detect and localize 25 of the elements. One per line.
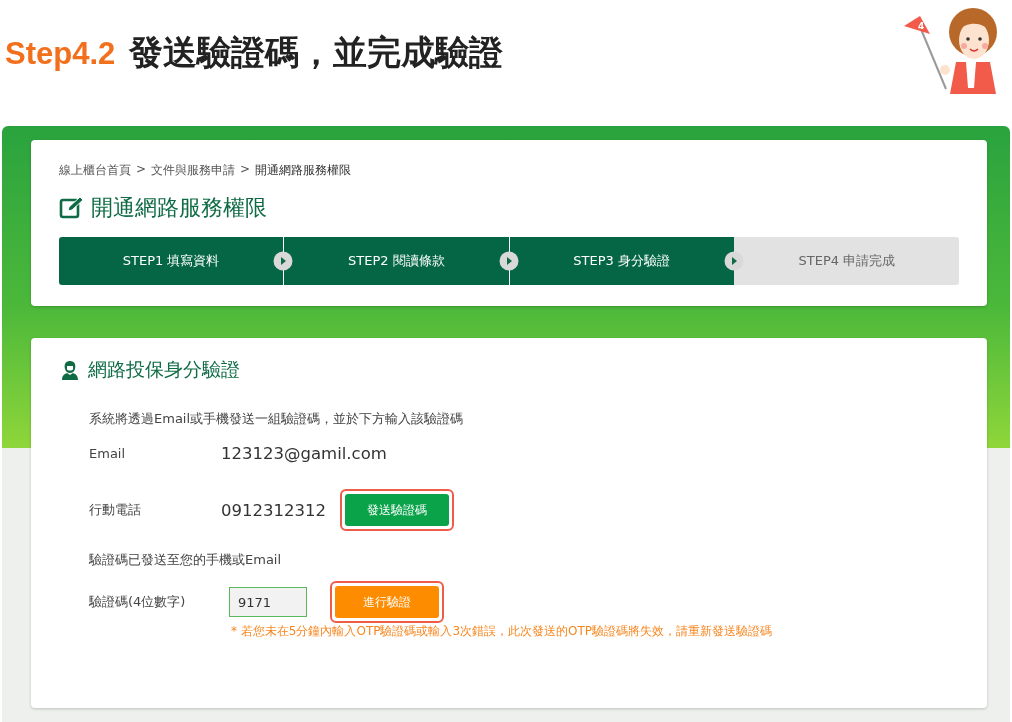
play-circle-icon <box>723 251 744 271</box>
breadcrumb-separator: > <box>240 162 251 178</box>
edit-icon <box>59 196 85 220</box>
page-title: 開通網路服務權限 <box>91 194 267 222</box>
breadcrumb-link[interactable]: 開通網路服務權限 <box>255 162 352 179</box>
progress-step: STEP1 填寫資料 <box>59 237 284 285</box>
warning-text: * 若您未在5分鐘內輸入OTP驗證碼或輸入3次錯誤，此次發送的OTP驗證碼將失效，請重新發送驗證碼 <box>231 623 774 640</box>
phone-label: 行動電話 <box>89 501 142 519</box>
user-icon <box>61 360 79 380</box>
flag-label: 4 <box>918 21 925 31</box>
email-label: Email <box>89 446 127 461</box>
step-number: Step4.2 <box>5 36 116 72</box>
sent-notice: 驗證碼已發送至您的手機或Email <box>89 551 283 569</box>
breadcrumb-separator: > <box>136 162 147 178</box>
breadcrumb-link[interactable]: 文件與服務申請 <box>151 162 236 179</box>
code-label: 驗證碼(4位數字) <box>89 593 187 611</box>
email-value: 123123@gamil.com <box>221 444 387 463</box>
breadcrumb-link[interactable]: 線上櫃台首頁 <box>59 162 131 179</box>
code-input-field[interactable]: 9171 <box>229 587 307 617</box>
step-title: 發送驗證碼，並完成驗證 <box>129 31 504 74</box>
phone-value: 0912312312 <box>221 500 327 520</box>
section-title: 網路投保身分驗證 <box>88 357 240 382</box>
play-circle-icon <box>498 251 519 271</box>
play-circle-icon <box>273 251 294 271</box>
instruction-text: 系統將透過Email或手機發送一組驗證碼，並於下方輸入該驗證碼 <box>89 410 465 428</box>
